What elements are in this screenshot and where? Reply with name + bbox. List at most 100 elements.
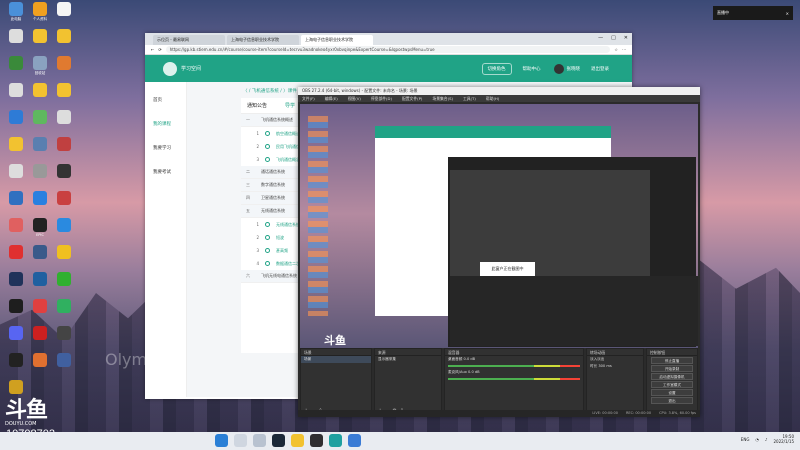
browser-tab[interactable]: 上海电子信息职业技术学院 bbox=[227, 35, 299, 45]
desktop-icon[interactable] bbox=[52, 272, 76, 300]
obs-menu-item[interactable]: 帮助(H) bbox=[486, 96, 499, 101]
desktop-icon[interactable] bbox=[28, 83, 52, 111]
desktop-icon[interactable] bbox=[4, 245, 28, 273]
exit-button[interactable]: 退出 bbox=[651, 397, 693, 404]
volume-icon[interactable]: ♪ bbox=[765, 437, 768, 442]
desktop-icon[interactable] bbox=[52, 245, 76, 273]
desktop-icon[interactable] bbox=[52, 299, 76, 327]
wifi-icon[interactable]: ◔ bbox=[755, 437, 759, 442]
obs-preview[interactable]: 此窗户正在截图中 斗鱼 bbox=[300, 104, 698, 348]
sidenav-item-home[interactable]: 首页 bbox=[145, 88, 186, 112]
mixer-title: 混音器 bbox=[445, 349, 583, 356]
desktop-icon[interactable] bbox=[28, 353, 52, 381]
maximize-icon[interactable]: □ bbox=[611, 35, 616, 41]
desktop-icon[interactable] bbox=[4, 83, 28, 111]
store-icon[interactable] bbox=[348, 434, 361, 447]
transition-select[interactable]: 淡入淡出 bbox=[587, 356, 643, 363]
desktop-icon[interactable] bbox=[52, 353, 76, 381]
settings-button[interactable]: 设置 bbox=[651, 389, 693, 396]
user-name[interactable]: 张晓晓 bbox=[567, 66, 581, 72]
desktop-icon[interactable]: 个人资料 bbox=[28, 2, 52, 30]
app-icon bbox=[9, 353, 23, 367]
avatar[interactable] bbox=[553, 63, 564, 74]
steam-icon[interactable] bbox=[272, 434, 285, 447]
desktop-icon[interactable] bbox=[52, 56, 76, 84]
desktop-icon[interactable] bbox=[28, 110, 52, 138]
obs-menu-item[interactable]: 配置文件(P) bbox=[402, 96, 422, 101]
obs-menu-item[interactable]: 工具(T) bbox=[463, 96, 476, 101]
desktop-icon[interactable]: 回收站 bbox=[28, 56, 52, 84]
desktop-icon[interactable] bbox=[28, 191, 52, 219]
desktop-icon[interactable] bbox=[52, 326, 76, 354]
desktop-icon[interactable]: EPIC bbox=[28, 218, 52, 246]
desktop-icon[interactable] bbox=[4, 272, 28, 300]
studio-mode-button[interactable]: 工作室模式 bbox=[651, 381, 693, 388]
source-item[interactable]: 显示器采集 bbox=[375, 356, 441, 363]
obs-menu-item[interactable]: 编辑(E) bbox=[325, 96, 338, 101]
desktop-icon[interactable] bbox=[4, 326, 28, 354]
app-icon bbox=[57, 2, 71, 16]
browser-tab-active[interactable]: 上海电子信息职业技术学院 bbox=[301, 35, 373, 45]
desktop-icon[interactable]: 此电脑 bbox=[4, 2, 28, 30]
desktop-icon[interactable] bbox=[28, 299, 52, 327]
desktop-icon[interactable] bbox=[52, 83, 76, 111]
sidenav-item-my-courses[interactable]: 我的课程 bbox=[145, 112, 186, 136]
obs-menu-item[interactable]: 停靠部件(D) bbox=[371, 96, 392, 101]
desktop-icon[interactable] bbox=[4, 299, 28, 327]
desktop-icon[interactable] bbox=[28, 164, 52, 192]
desktop-icon[interactable] bbox=[52, 191, 76, 219]
desktop-icon[interactable] bbox=[4, 218, 28, 246]
desktop-icon[interactable] bbox=[4, 137, 28, 165]
desktop-icon[interactable] bbox=[4, 164, 28, 192]
desktop-icon[interactable] bbox=[28, 29, 52, 57]
browser-tab[interactable]: 示位页 - 最易联网 bbox=[153, 35, 225, 45]
desktop-icon[interactable] bbox=[4, 29, 28, 57]
switch-role-button[interactable]: 切换角色 bbox=[481, 62, 512, 75]
desktop-icon[interactable] bbox=[4, 56, 28, 84]
tab-guide[interactable]: 导学 bbox=[285, 102, 295, 109]
tray-popup[interactable]: 直播中 × bbox=[713, 6, 793, 20]
desktop-icon[interactable] bbox=[52, 164, 76, 192]
desktop-icon[interactable] bbox=[52, 110, 76, 138]
edge-icon[interactable] bbox=[329, 434, 342, 447]
help-center-button[interactable]: 帮助中心 bbox=[518, 64, 546, 74]
start-icon[interactable] bbox=[215, 434, 228, 447]
tab-notice[interactable]: 通知公告 bbox=[247, 102, 267, 109]
duration-field[interactable]: 时长 300 ms bbox=[587, 363, 643, 370]
logout-button[interactable]: 退出登录 bbox=[586, 64, 614, 74]
desktop-icon[interactable] bbox=[4, 353, 28, 381]
obs-icon[interactable] bbox=[310, 434, 323, 447]
clock[interactable]: 19:50 2022/1/15 bbox=[773, 434, 794, 444]
stop-stream-button[interactable]: 停止直播 bbox=[651, 357, 693, 364]
desktop-icon[interactable] bbox=[28, 137, 52, 165]
obs-menu-item[interactable]: 视图(V) bbox=[348, 96, 361, 101]
minimize-icon[interactable]: — bbox=[598, 35, 603, 41]
virtual-camera-button[interactable]: 启动虚拟摄像机 bbox=[651, 373, 693, 380]
obs-menu-item[interactable]: 场景集合(S) bbox=[432, 96, 453, 101]
desktop-icon[interactable] bbox=[4, 110, 28, 138]
desktop-icon[interactable] bbox=[52, 137, 76, 165]
search-icon[interactable] bbox=[234, 434, 247, 447]
lang-indicator[interactable]: ENG bbox=[741, 437, 750, 442]
obs-menu-item[interactable]: 文件(F) bbox=[302, 96, 315, 101]
menu-icon[interactable]: ⋯ bbox=[622, 47, 626, 52]
desktop-icon[interactable] bbox=[28, 272, 52, 300]
desktop-icon[interactable] bbox=[52, 218, 76, 246]
desktop-icon[interactable] bbox=[52, 2, 76, 30]
desktop-icon[interactable] bbox=[28, 245, 52, 273]
sidenav-item-study[interactable]: 我要学习 bbox=[145, 136, 186, 160]
folder-icon[interactable] bbox=[291, 434, 304, 447]
sidenav-item-exam[interactable]: 我要考试 bbox=[145, 160, 186, 184]
desktop-icon[interactable] bbox=[52, 29, 76, 57]
favorite-icon[interactable]: ☆ bbox=[614, 47, 618, 52]
desktop-icon[interactable] bbox=[4, 191, 28, 219]
start-record-button[interactable]: 开始录制 bbox=[651, 365, 693, 372]
scene-item[interactable]: 场景 bbox=[301, 356, 371, 363]
taskview-icon[interactable] bbox=[253, 434, 266, 447]
back-icon[interactable]: ← bbox=[151, 47, 154, 52]
close-icon[interactable]: ✕ bbox=[624, 35, 628, 41]
refresh-icon[interactable]: ⟳ bbox=[158, 47, 161, 52]
desktop-icon[interactable] bbox=[28, 326, 52, 354]
close-icon[interactable]: × bbox=[786, 11, 789, 16]
url-input[interactable]: https://gp.kb.stiem.edu.cn/#/course/cour… bbox=[165, 46, 611, 53]
